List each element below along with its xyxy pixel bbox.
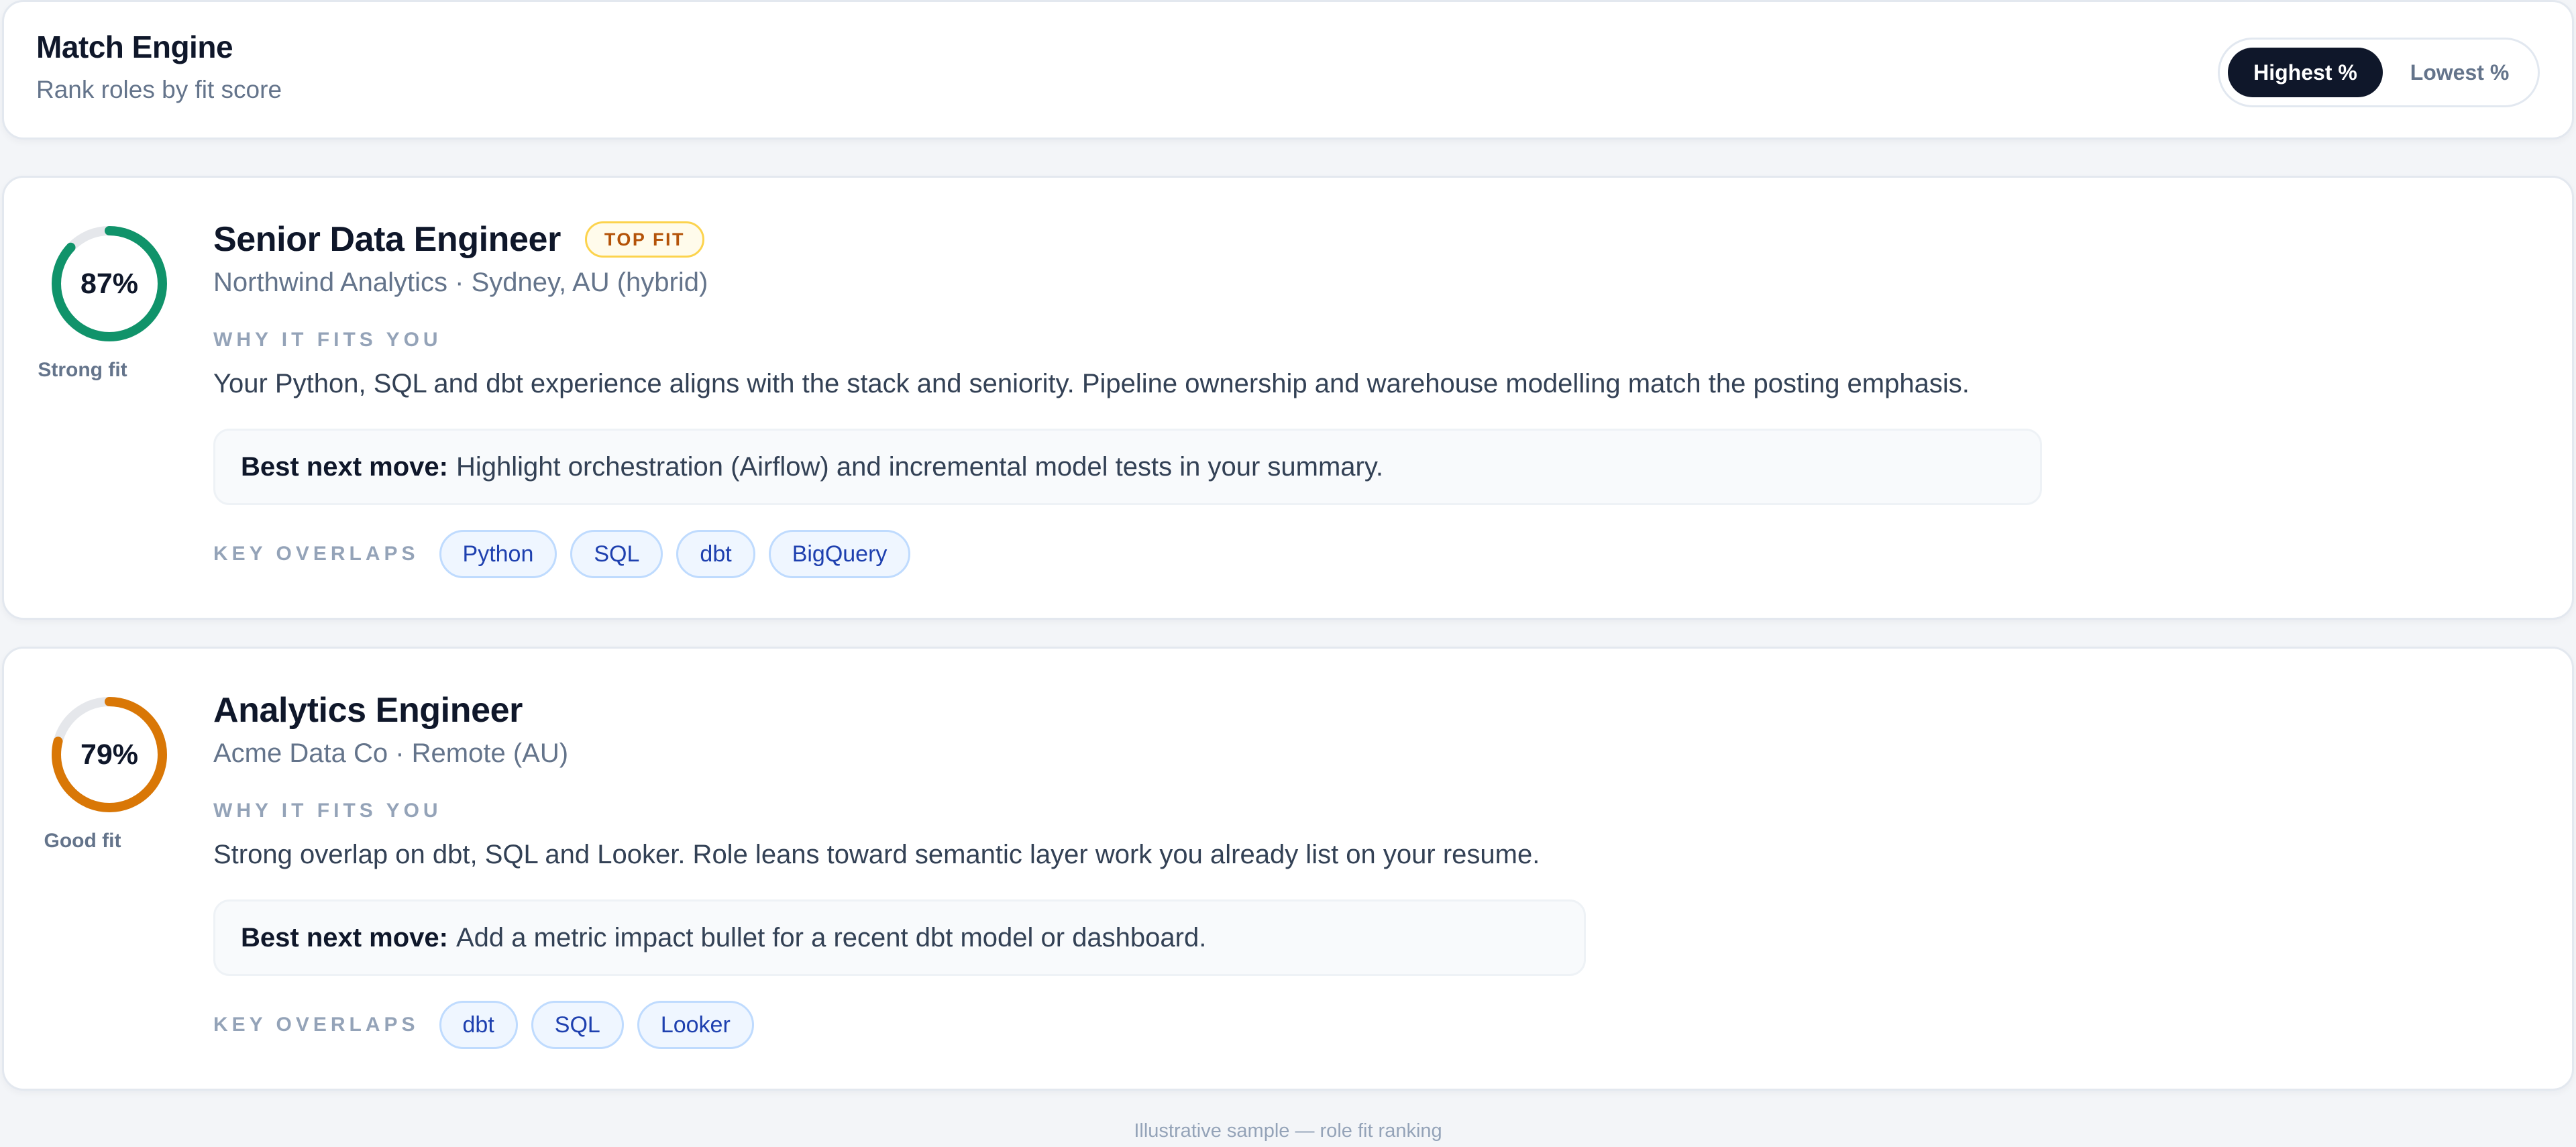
skill-chip-dbt[interactable]: dbt	[676, 530, 755, 578]
best-next-move-text: Add a metric impact bullet for a recent …	[455, 922, 1207, 952]
company-location: Acme Data Co · Remote (AU)	[213, 739, 569, 768]
why-fits-text: Strong overlap on dbt, SQL and Looker. R…	[213, 840, 1540, 869]
company-location: Northwind Analytics · Sydney, AU (hybrid…	[213, 268, 708, 297]
score-percentage: 87%	[80, 267, 139, 300]
skill-chip-sql[interactable]: SQL	[531, 1001, 624, 1049]
sort-highest-button[interactable]: Highest %	[2228, 48, 2383, 97]
score-ring: 79%	[49, 694, 170, 815]
why-fits-label: WHY IT FITS YOU	[213, 329, 442, 351]
fit-label: Strong fit	[38, 359, 127, 381]
score-ring: 87%	[49, 223, 170, 344]
best-next-move-text: Highlight orchestration (Airflow) and in…	[455, 451, 1383, 482]
key-overlaps-row: KEY OVERLAPS dbt SQL Looker	[213, 1001, 754, 1049]
title-row: Analytics Engineer	[213, 690, 523, 730]
skill-chip-looker[interactable]: Looker	[637, 1001, 754, 1049]
app-subtitle: Rank roles by fit score	[36, 76, 282, 103]
skill-chip-sql[interactable]: SQL	[570, 530, 663, 578]
app-title: Match Engine	[36, 30, 233, 64]
best-next-move-box: Best next move: Add a metric impact bull…	[213, 899, 1586, 976]
role-card[interactable]: 79% Good fit Analytics Engineer Acme Dat…	[2, 647, 2574, 1091]
key-overlaps-label: KEY OVERLAPS	[213, 543, 419, 565]
key-overlaps-label: KEY OVERLAPS	[213, 1014, 419, 1036]
top-fit-badge: TOP FIT	[584, 221, 704, 258]
skill-chip-python[interactable]: Python	[439, 530, 557, 578]
title-row: Senior Data Engineer TOP FIT	[213, 219, 704, 260]
sort-lowest-button[interactable]: Lowest %	[2390, 48, 2530, 97]
best-next-move-box: Best next move: Highlight orchestration …	[213, 429, 2042, 505]
skill-chip-bigquery[interactable]: BigQuery	[768, 530, 911, 578]
footer-note: Illustrative sample — role fit ranking	[1134, 1120, 1442, 1142]
role-card[interactable]: 87% Strong fit Senior Data Engineer TOP …	[2, 176, 2574, 620]
header-panel: Match Engine Rank roles by fit score Hig…	[2, 0, 2574, 140]
fit-label: Good fit	[44, 830, 121, 852]
skill-chip-dbt[interactable]: dbt	[439, 1001, 518, 1049]
why-fits-label: WHY IT FITS YOU	[213, 800, 442, 822]
sort-toggle: Highest % Lowest %	[2218, 38, 2540, 107]
key-overlaps-row: KEY OVERLAPS Python SQL dbt BigQuery	[213, 530, 911, 578]
role-title[interactable]: Senior Data Engineer	[213, 219, 561, 260]
best-next-move-title: Best next move:	[241, 922, 448, 952]
why-fits-text: Your Python, SQL and dbt experience alig…	[213, 369, 1970, 398]
role-title[interactable]: Analytics Engineer	[213, 690, 523, 730]
score-percentage: 79%	[80, 738, 139, 771]
best-next-move-title: Best next move:	[241, 451, 448, 482]
